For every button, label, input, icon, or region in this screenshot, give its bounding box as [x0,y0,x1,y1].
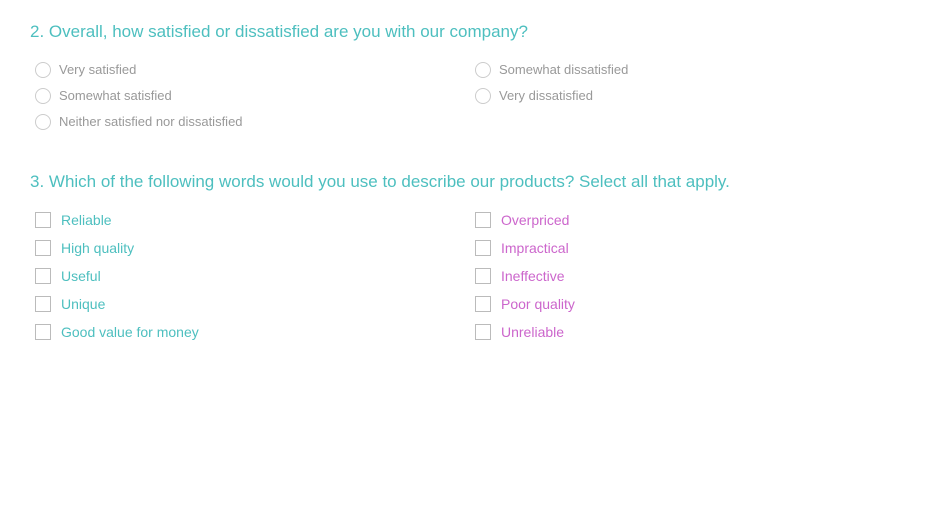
checkbox-label-high-quality: High quality [61,240,134,256]
question-2-options: Very satisfied Somewhat dissatisfied Som… [30,62,895,130]
radio-label-somewhat-satisfied: Somewhat satisfied [59,88,172,103]
radio-label-somewhat-dissatisfied: Somewhat dissatisfied [499,62,628,77]
checkbox-square-overpriced [475,212,491,228]
checkbox-label-useful: Useful [61,268,101,284]
checkbox-square-impractical [475,240,491,256]
question-3-title: 3. Which of the following words would yo… [30,170,895,194]
checkbox-square-useful [35,268,51,284]
checkbox-square-good-value [35,324,51,340]
checkbox-square-poor-quality [475,296,491,312]
checkbox-square-high-quality [35,240,51,256]
checkbox-square-reliable [35,212,51,228]
checkbox-label-impractical: Impractical [501,240,569,256]
radio-label-neither: Neither satisfied nor dissatisfied [59,114,243,129]
question-2-section: 2. Overall, how satisfied or dissatisfie… [30,20,895,130]
radio-circle-somewhat-dissatisfied [475,62,491,78]
question-2-title: 2. Overall, how satisfied or dissatisfie… [30,20,895,44]
checkbox-unreliable[interactable]: Unreliable [475,324,895,340]
radio-circle-very-dissatisfied [475,88,491,104]
radio-circle-very-satisfied [35,62,51,78]
checkbox-label-unique: Unique [61,296,105,312]
checkbox-overpriced[interactable]: Overpriced [475,212,895,228]
checkbox-square-unique [35,296,51,312]
radio-circle-somewhat-satisfied [35,88,51,104]
radio-somewhat-satisfied[interactable]: Somewhat satisfied [35,88,455,104]
checkbox-label-poor-quality: Poor quality [501,296,575,312]
checkbox-label-unreliable: Unreliable [501,324,564,340]
checkbox-label-overpriced: Overpriced [501,212,569,228]
radio-somewhat-dissatisfied[interactable]: Somewhat dissatisfied [475,62,895,78]
checkbox-label-reliable: Reliable [61,212,112,228]
checkbox-good-value[interactable]: Good value for money [35,324,455,340]
checkbox-reliable[interactable]: Reliable [35,212,455,228]
checkbox-square-unreliable [475,324,491,340]
checkbox-unique[interactable]: Unique [35,296,455,312]
checkbox-label-ineffective: Ineffective [501,268,565,284]
radio-very-satisfied[interactable]: Very satisfied [35,62,455,78]
question-3-options: Reliable Overpriced High quality Impract… [30,212,895,340]
checkbox-useful[interactable]: Useful [35,268,455,284]
radio-label-very-satisfied: Very satisfied [59,62,136,77]
checkbox-square-ineffective [475,268,491,284]
checkbox-high-quality[interactable]: High quality [35,240,455,256]
checkbox-poor-quality[interactable]: Poor quality [475,296,895,312]
checkbox-impractical[interactable]: Impractical [475,240,895,256]
radio-very-dissatisfied[interactable]: Very dissatisfied [475,88,895,104]
question-3-section: 3. Which of the following words would yo… [30,170,895,340]
checkbox-label-good-value: Good value for money [61,324,199,340]
radio-neither[interactable]: Neither satisfied nor dissatisfied [35,114,455,130]
checkbox-ineffective[interactable]: Ineffective [475,268,895,284]
radio-label-very-dissatisfied: Very dissatisfied [499,88,593,103]
radio-circle-neither [35,114,51,130]
